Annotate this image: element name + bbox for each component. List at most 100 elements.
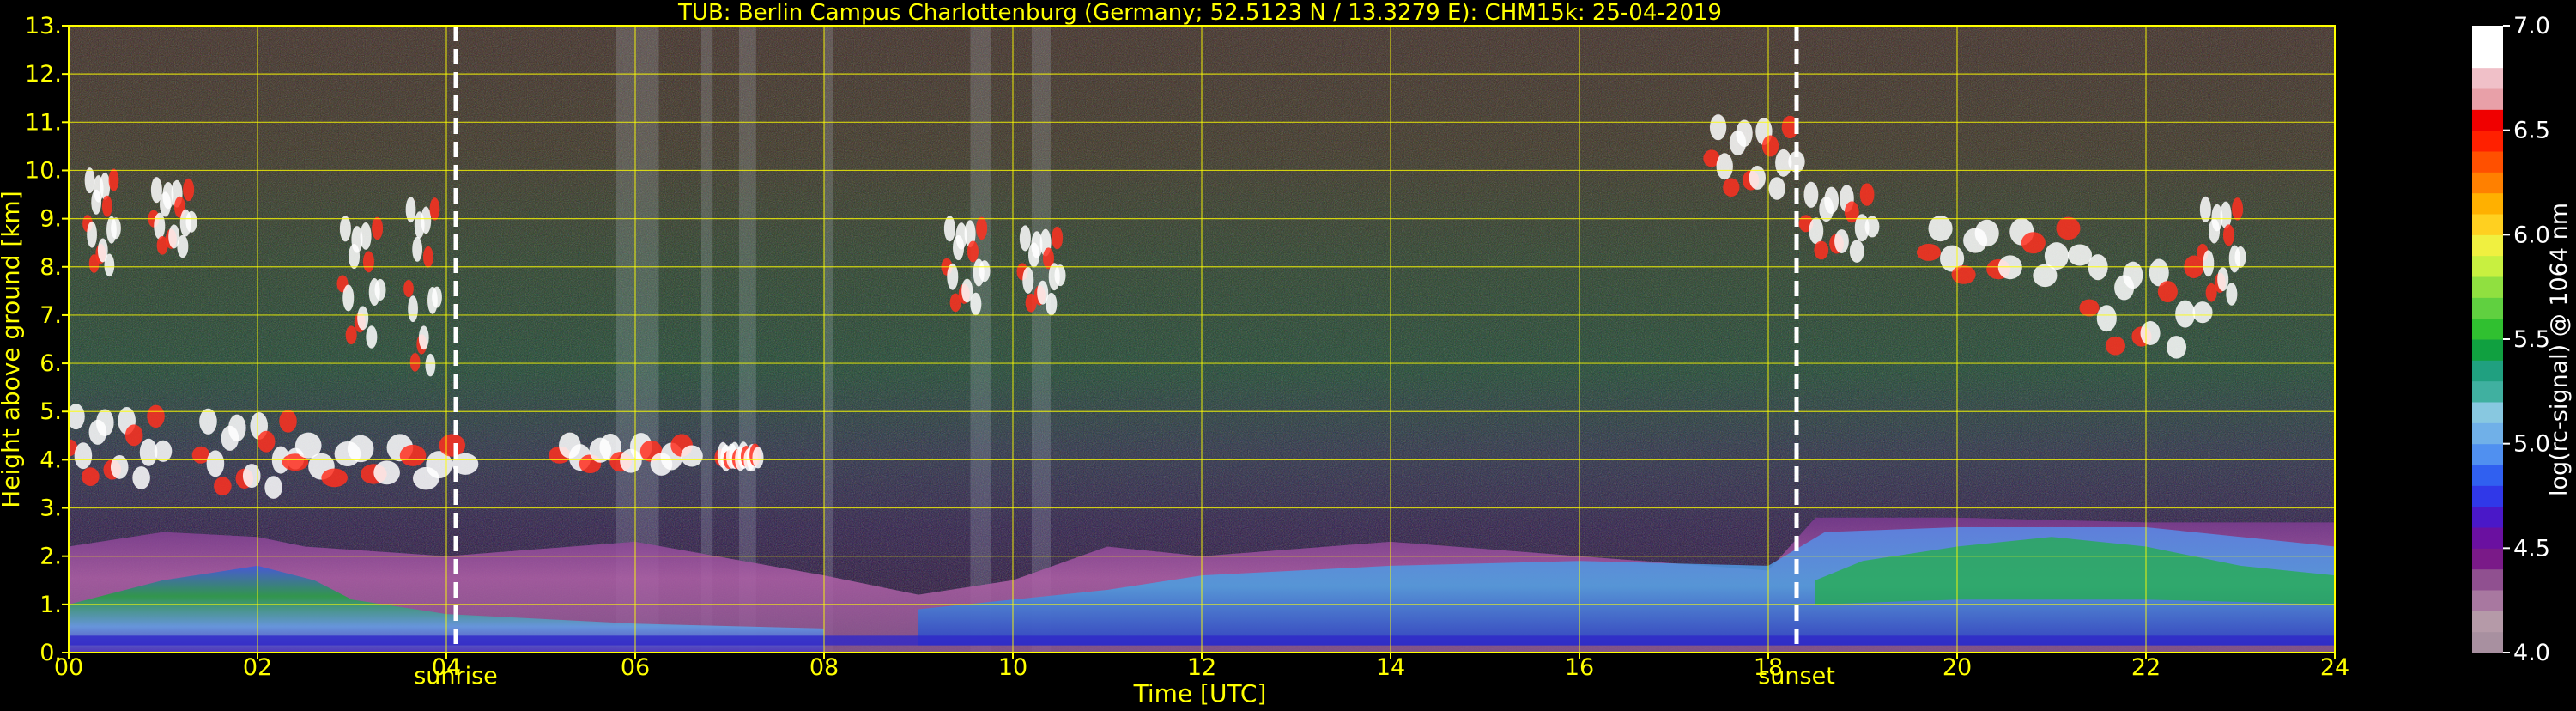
cloud-blob [1951,265,1976,284]
cloud-blob [2192,301,2213,324]
cloud-blob [96,409,114,436]
colorbar-segment [2472,443,2503,465]
colorbar-segment [2472,297,2503,319]
colorbar-segment [2472,109,2503,131]
y-tick-label: 6. [39,350,62,377]
y-tick-label: 12. [25,61,62,88]
colorbar-segment [2472,506,2503,528]
lidar-chart: sunrise sunset 00 02 04 06 08 10 12 14 16 18 20 22 24… [0,0,2576,708]
cloud-blob [943,216,955,242]
cloud-blob [100,172,111,200]
cloud-blob [199,408,217,434]
cloud-blob [345,325,357,345]
cloud-blob [357,306,369,331]
cloud-blob [279,410,297,433]
cloud-blob [2166,336,2187,359]
cloud-blob [111,217,121,240]
cloud-blob [84,167,95,194]
plot-area [69,26,2335,653]
cloud-blob [1824,186,1840,215]
colorbar-tick-label: 5.5 [2513,326,2550,353]
colorbar-segment [2472,402,2503,423]
cloud-blob [342,284,355,312]
cloud-blob [228,414,246,442]
cloud-blob [264,476,282,499]
colorbar-segment [2472,590,2503,611]
cloud-blob [2226,283,2238,306]
cloud-blob [360,222,372,250]
cloud-blob [1768,177,1785,200]
signal-streak [739,26,756,653]
cloud-blob [2203,250,2215,277]
colorbar-segment [2472,67,2503,89]
cloud-blob [339,216,351,242]
cloud-blob [214,477,232,496]
cloud-blob [947,263,959,290]
colorbar-segment [2472,130,2503,152]
cloud-blob [110,454,129,479]
cloud-blob [1814,240,1829,260]
y-tick-label: 7. [39,302,62,329]
cloud-blob [1974,219,1999,247]
cloud-blob [177,234,189,258]
cloud-blob [2217,267,2229,292]
y-tick-label: 5. [39,398,62,425]
colorbar-tick-label: 4.5 [2513,535,2550,562]
cloud-blob [967,240,979,263]
cloud-blob [1749,166,1766,190]
cloud-blob [2123,261,2143,289]
x-tick-label: 06 [621,654,650,681]
cloud-blob [147,404,165,428]
cloud-blob [1736,119,1753,148]
cloud-blob [124,424,143,447]
cloud-blob [1054,264,1066,287]
cloud-blob [2157,281,2178,303]
x-tick-label: 22 [2131,654,2161,681]
x-tick-label: 08 [809,654,839,681]
colorbar-segment [2472,360,2503,382]
colorbar-segment [2472,26,2503,47]
y-tick-label: 0. [39,640,62,666]
cloud-blob [2079,299,2100,317]
cloud-blob [1716,153,1733,180]
x-axis: 00 02 04 06 08 10 12 14 16 18 20 22 24 [54,653,2349,681]
x-tick-label: 04 [432,654,461,681]
x-tick-label: 10 [998,654,1027,681]
x-tick-label: 16 [1565,654,1594,681]
cloud-blob [681,445,703,467]
x-tick-label: 12 [1187,654,1216,681]
colorbar-segment [2472,485,2503,507]
y-tick-label: 1. [39,592,62,618]
cloud-blob [69,404,85,430]
cloud-blob [2234,246,2246,268]
x-tick-label: 20 [1943,654,1972,681]
colorbar-segment [2472,422,2503,445]
x-tick-label: 24 [2320,654,2349,681]
cloud-blob [418,325,429,350]
colorbar-segment [2472,214,2503,235]
cloud-blob [362,251,374,273]
y-tick-label: 9. [39,206,62,233]
cloud-blob [1046,292,1058,316]
cloud-blob [82,467,100,486]
colorbar-segment [2472,611,2503,633]
cloud-blob [2056,216,2081,240]
cloud-blob [87,221,97,248]
signal-streak [824,26,833,653]
cloud-blob [425,353,436,377]
y-tick-label: 13. [25,13,62,40]
cloud-blob [374,278,386,301]
cloud-blob [101,195,112,217]
cloud-blob [104,253,115,277]
colorbar-tick-label: 7.0 [2513,13,2550,40]
cloud-blob [1809,217,1824,245]
y-axis-label: Height above ground [km] [0,191,25,508]
cloud-blob [1761,135,1779,157]
colorbar-segment [2472,631,2503,653]
cloud-blob [970,292,982,316]
colorbar-tick-label: 6.5 [2513,118,2550,144]
colorbar-segment [2472,192,2503,215]
cloud-blob [439,434,466,457]
cloud-blob [154,212,166,240]
colorbar-label: log(rc-signal) @ 1064 nm [2546,203,2573,496]
